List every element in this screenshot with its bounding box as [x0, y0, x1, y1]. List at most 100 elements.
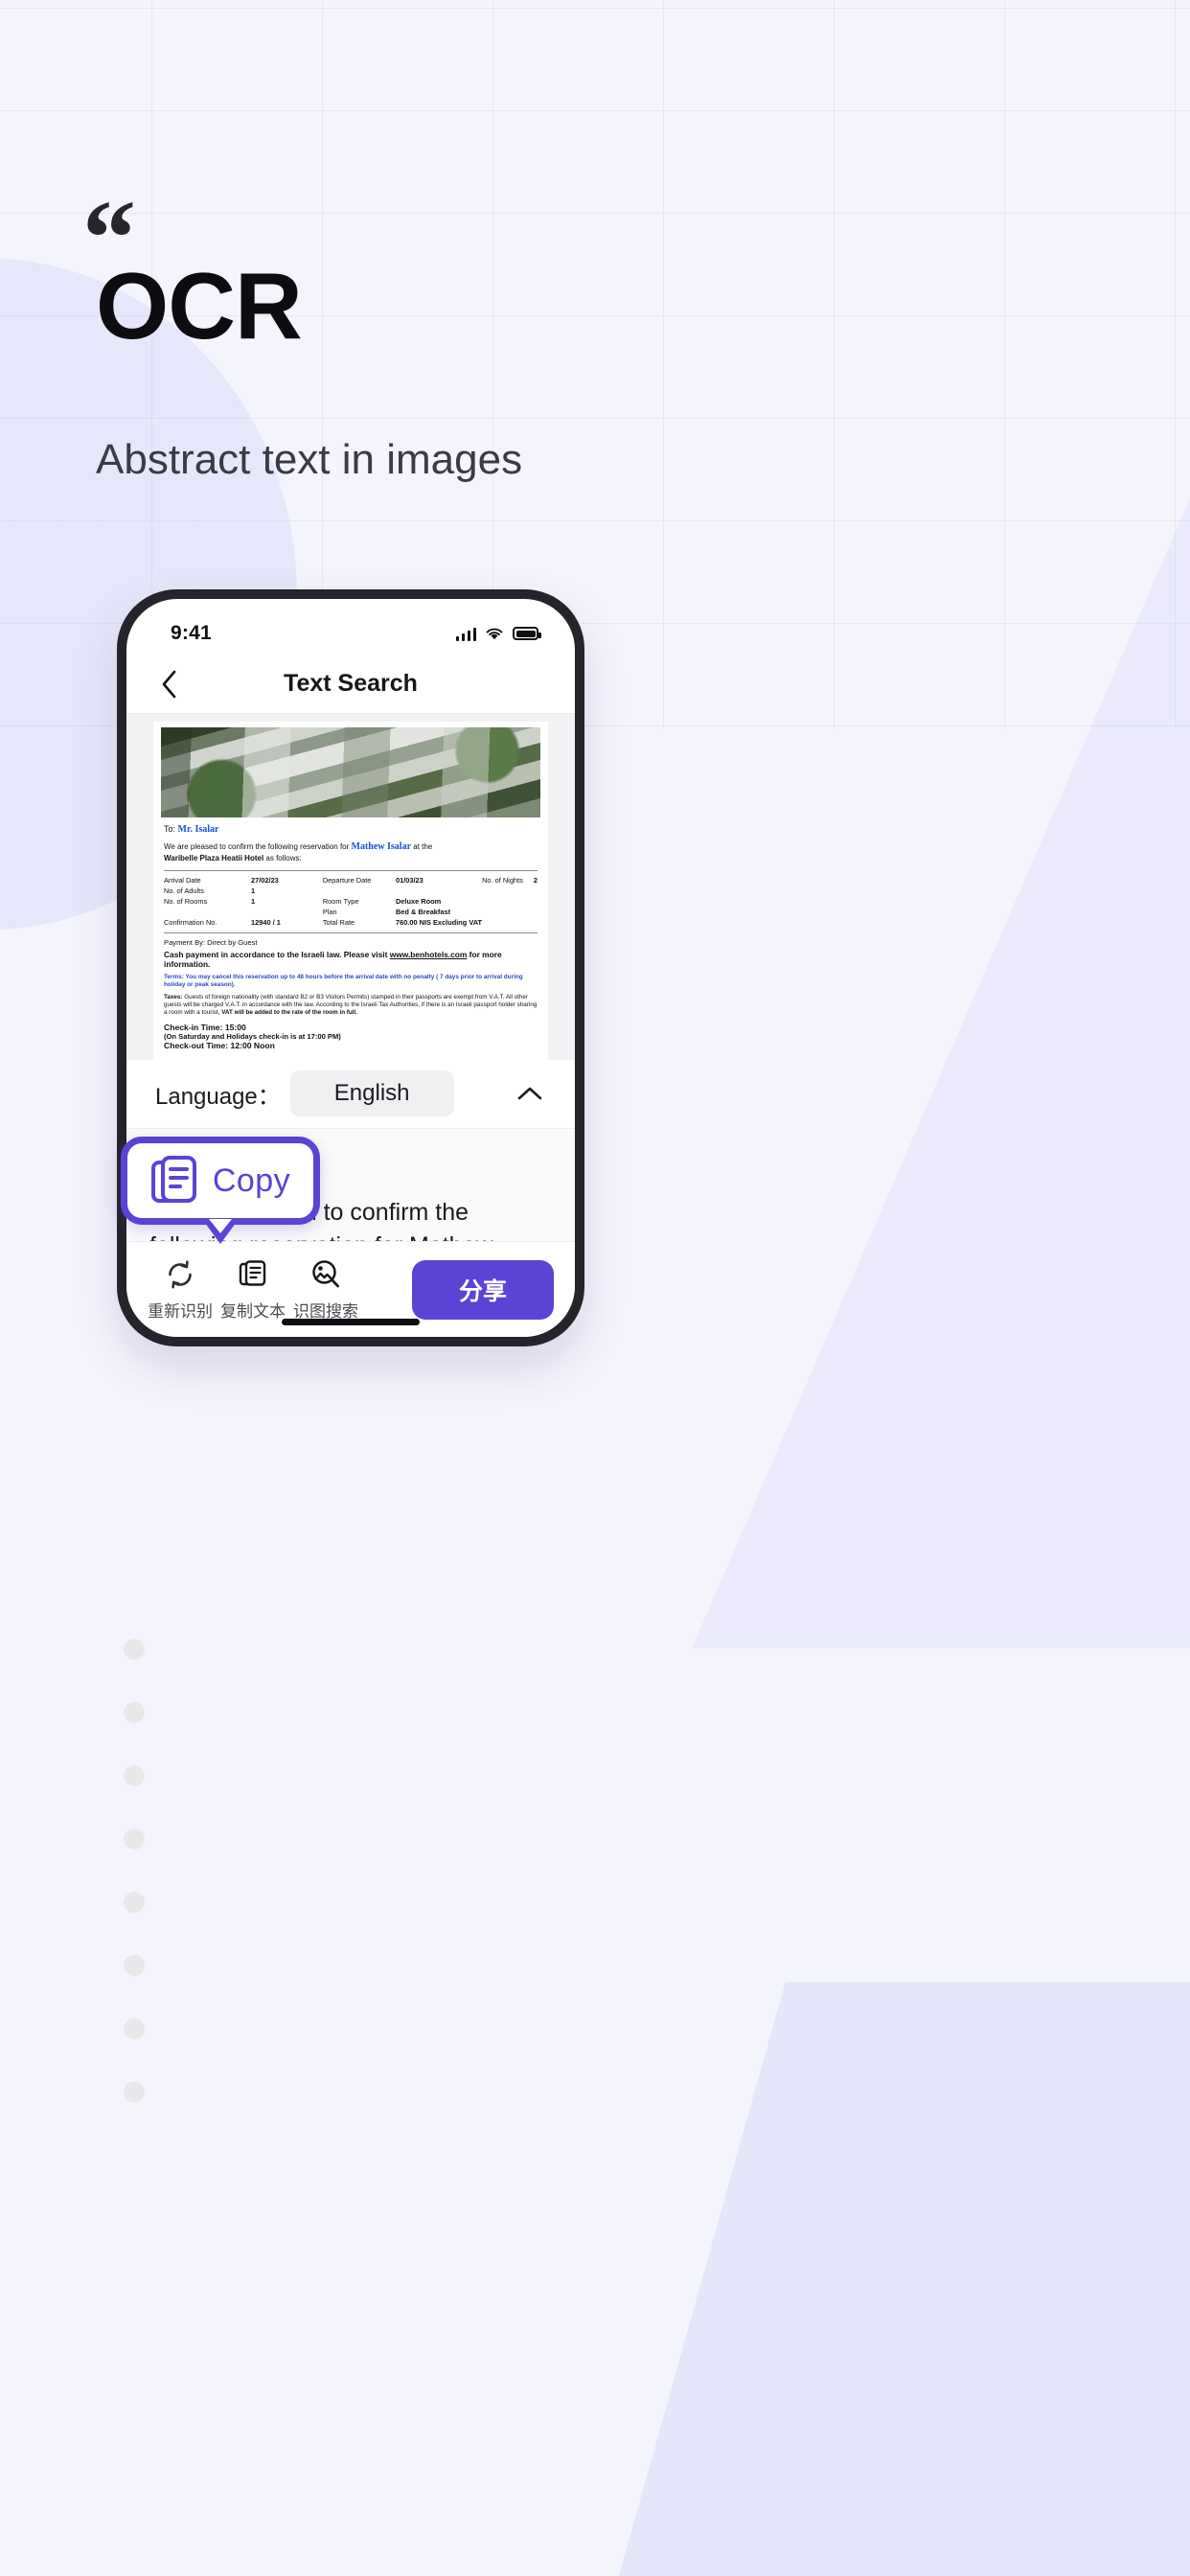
document-image: To: Mr. Isalar We are pleased to confirm…: [153, 722, 548, 1060]
table-row: Confirmation No. 12940 / 1 Total Rate 76…: [164, 918, 538, 929]
doc-intro-mid: at the: [411, 842, 433, 851]
cell-value: [251, 908, 323, 918]
tab-copy-text[interactable]: 复制文本: [217, 1258, 289, 1322]
cell-value: 760.00 NIS Excluding VAT: [395, 918, 483, 928]
language-label: Language：: [155, 1083, 281, 1110]
cell-label: [482, 908, 534, 918]
cell-label: Room Type: [322, 897, 359, 907]
copy-text-icon: [239, 1259, 266, 1286]
tab-image-search[interactable]: 识图搜索: [289, 1258, 362, 1322]
status-bar: 9:41: [126, 599, 575, 655]
cell-value: 27/02/23: [251, 876, 279, 886]
home-indicator: [282, 1319, 420, 1325]
page-subtitle: Abstract text in images: [96, 436, 523, 483]
doc-intro-hotel: Waribelle Plaza Heatii Hotel: [164, 853, 264, 862]
table-row: Arrival Date 27/02/23 Departure Date 01/…: [164, 876, 538, 886]
benhotels-link[interactable]: www.benhotels.com: [390, 950, 468, 959]
cell-value: [534, 897, 538, 908]
chevron-left-icon: [162, 670, 175, 698]
dot: [124, 1892, 145, 1913]
dot: [124, 2082, 145, 2103]
nav-title: Text Search: [284, 670, 418, 697]
cell-value: 1: [251, 886, 256, 896]
refresh-recognize-icon: [169, 1260, 192, 1288]
doc-terms: Terms: You may cancel this reservation u…: [164, 974, 523, 989]
share-button[interactable]: 分享: [412, 1259, 554, 1320]
tab-label: 识图搜索: [293, 1301, 358, 1321]
cell-value: [396, 886, 482, 897]
doc-to-name: Mr. Isalar: [177, 824, 219, 835]
tab-label: 重新识别: [148, 1301, 213, 1321]
language-select[interactable]: English: [289, 1070, 454, 1117]
battery-icon: [513, 627, 541, 640]
cell-value: 2: [533, 876, 538, 886]
cell-label: Confirmation No.: [164, 918, 217, 928]
tab-label: 复制文本: [220, 1301, 286, 1321]
status-time: 9:41: [171, 622, 212, 644]
language-row: Language： English: [126, 1059, 575, 1129]
phone-screen: 9:41 Text Search To: Mr. Isalar We are p…: [126, 599, 575, 1337]
doc-checkout: Check-out Time: 12:00 Noon: [164, 1041, 275, 1051]
cell-label: [482, 918, 534, 929]
dot: [124, 1828, 145, 1850]
back-button[interactable]: [149, 665, 188, 703]
cell-value: Bed & Breakfast: [395, 908, 451, 917]
doc-intro-name: Mathew Isalar: [351, 841, 412, 852]
cell-value: [534, 886, 538, 897]
cell-label: [482, 897, 534, 908]
decorative-dot-column: [124, 1639, 145, 2145]
cell-label: No. of Rooms: [164, 897, 208, 907]
doc-checkin-block: Check-in Time: 15:00 (On Saturday and Ho…: [164, 1023, 538, 1051]
cell-label: Plan: [322, 908, 337, 917]
dot: [124, 1955, 145, 1976]
cell-label: [482, 886, 534, 897]
phone-mockup: 9:41 Text Search To: Mr. Isalar We are p…: [117, 589, 584, 1346]
dot: [124, 1639, 145, 1660]
table-row: No. of Rooms 1 Room Type Deluxe Room: [164, 897, 538, 908]
copy-document-icon: [150, 1156, 196, 1203]
tab-re-recognize[interactable]: 重新识别: [144, 1258, 217, 1322]
cell-label: [323, 886, 396, 897]
doc-intro: We are pleased to confirm the following …: [164, 840, 538, 863]
dot: [124, 2018, 145, 2039]
cell-label: [164, 908, 251, 918]
table-row: Plan Bed & Breakfast: [164, 908, 538, 918]
cell-label: Arrival Date: [164, 876, 201, 886]
doc-taxes: Taxes: Guests of foreign nationality (wi…: [164, 994, 538, 1018]
copy-tooltip[interactable]: Copy: [121, 1137, 320, 1244]
signal-bars-icon: [455, 627, 476, 641]
doc-divider-2: [164, 932, 538, 934]
doc-checkin-note: (On Saturday and Holidays check-in is at…: [164, 1032, 341, 1042]
cell-value: 1: [251, 897, 256, 907]
taxes-label: Taxes:: [164, 994, 183, 1001]
document-body: To: Mr. Isalar We are pleased to confirm…: [153, 817, 548, 1060]
cell-value: Deluxe Room: [395, 897, 442, 907]
copy-tooltip-label: Copy: [212, 1162, 291, 1199]
wifi-icon: [486, 628, 503, 639]
doc-details-table: Arrival Date 27/02/23 Departure Date 01/…: [164, 876, 538, 929]
table-row: No. of Adults 1: [164, 886, 538, 897]
doc-payment-line: Payment By: Direct by Guest: [164, 938, 258, 948]
collapse-button[interactable]: [514, 1077, 546, 1110]
cell-value: 01/03/23: [395, 876, 423, 886]
image-search-icon: [312, 1259, 339, 1287]
doc-intro-pre: We are pleased to confirm the following …: [164, 842, 352, 851]
cell-label: Departure Date: [322, 876, 372, 886]
document-preview-area[interactable]: To: Mr. Isalar We are pleased to confirm…: [126, 714, 575, 1060]
dot: [124, 1765, 145, 1786]
cell-label: No. of Nights: [482, 876, 523, 886]
hotel-photo: [161, 727, 540, 817]
cell-value: [534, 908, 538, 918]
nav-bar: Text Search: [126, 655, 575, 714]
cell-value: [534, 918, 538, 929]
doc-to-label: To:: [164, 824, 176, 834]
copy-tooltip-tail: [202, 1219, 239, 1244]
background-wedge-bottom: [0, 1982, 1190, 2576]
cell-label: No. of Adults: [164, 886, 204, 896]
copy-tooltip-body[interactable]: Copy: [121, 1137, 320, 1225]
doc-checkin: Check-in Time: 15:00: [164, 1022, 246, 1032]
cell-label: Total Rate: [322, 918, 355, 928]
status-icons: [455, 627, 541, 641]
page-title: OCR: [96, 253, 303, 358]
doc-divider: [164, 870, 538, 872]
